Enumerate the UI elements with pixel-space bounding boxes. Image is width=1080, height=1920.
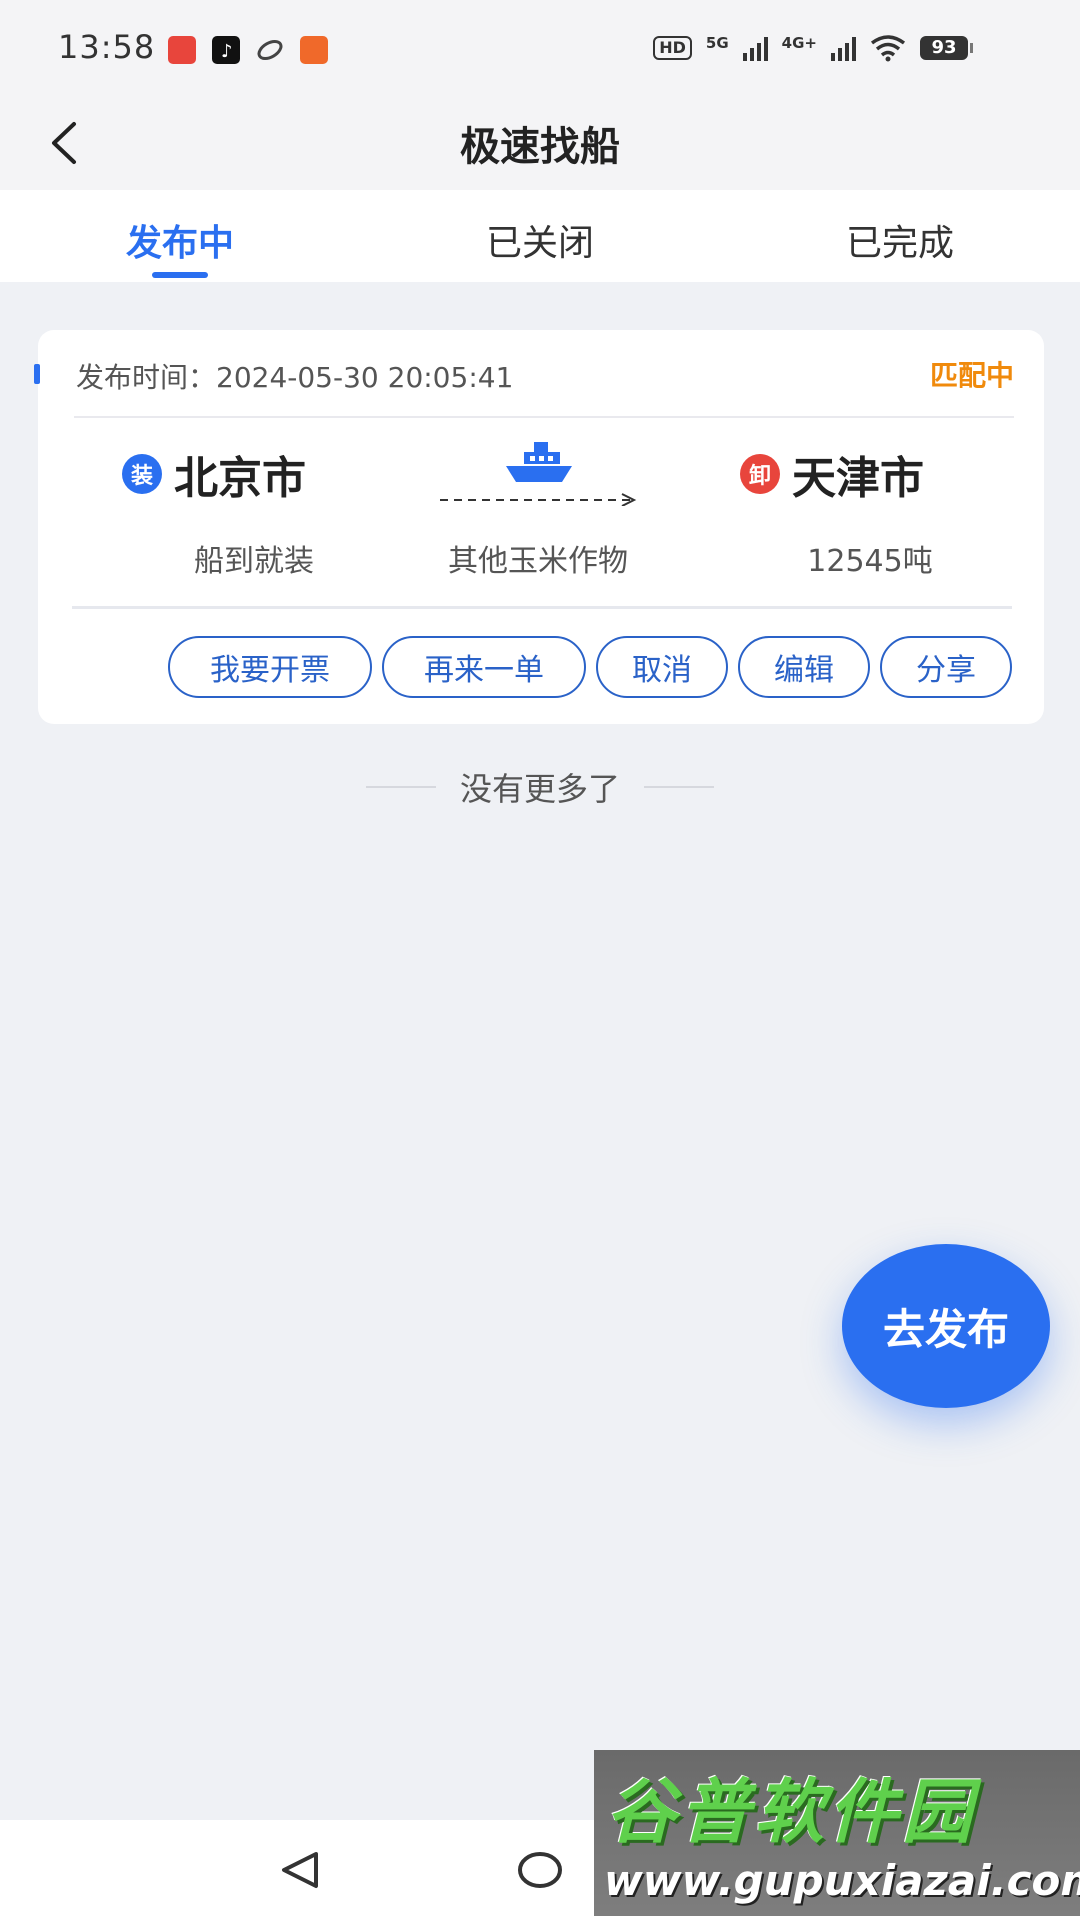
- origin-block: 装 北京市: [122, 442, 306, 506]
- tab-bar: 发布中 已关闭 已完成: [0, 190, 1080, 282]
- destination-block: 卸 天津市: [740, 442, 924, 506]
- publish-fab-button[interactable]: 去发布: [842, 1244, 1050, 1408]
- 5g-label: 5G: [705, 34, 729, 52]
- route-arrow-icon: [440, 493, 637, 506]
- signal-4g-icon: [831, 35, 856, 61]
- cancel-button[interactable]: 取消: [596, 636, 728, 698]
- reorder-button[interactable]: 再来一单: [382, 636, 586, 698]
- divider: [74, 416, 1014, 418]
- status-indicators: HD 5G 4G+ 93: [653, 34, 973, 62]
- list-end-indicator: 没有更多了: [0, 764, 1080, 810]
- destination-city: 天津市: [792, 453, 924, 504]
- watermark-logo: 谷普软件园 www.gupuxiazai.com: [594, 1750, 1080, 1916]
- shoe-brand-icon: [256, 36, 284, 64]
- watermark-url: www.gupuxiazai.com: [604, 1856, 1080, 1905]
- status-time: 13:58: [58, 28, 156, 66]
- status-bar: 13:58 ♪ HD 5G 4G+ 93: [0, 0, 1080, 100]
- share-button[interactable]: 分享: [880, 636, 1012, 698]
- wifi-icon: [870, 35, 906, 62]
- publish-time: 发布时间：2024-05-30 20:05:41: [76, 361, 514, 394]
- red-app-icon: [168, 36, 196, 64]
- active-tab-indicator: [152, 272, 208, 278]
- origin-city: 北京市: [174, 453, 306, 504]
- tab-publishing[interactable]: 发布中: [0, 214, 360, 266]
- unload-badge: 卸: [740, 454, 780, 494]
- ship-icon: [506, 442, 572, 482]
- tab-completed[interactable]: 已完成: [720, 214, 1080, 266]
- page-title: 极速找船: [460, 124, 620, 170]
- cargo-type: 其他玉米作物: [448, 544, 628, 579]
- orange-app-icon: [300, 36, 328, 64]
- load-badge: 装: [122, 454, 162, 494]
- origin-note: 船到就装: [194, 544, 314, 579]
- tab-closed[interactable]: 已关闭: [360, 214, 720, 266]
- signal-5g-icon: [742, 35, 768, 61]
- watermark-title: 谷普软件园: [606, 1771, 976, 1853]
- svg-text:♪: ♪: [221, 41, 233, 62]
- divider: [365, 786, 436, 788]
- 4g-label: 4G+: [781, 34, 817, 52]
- tonnage: 12545吨: [807, 544, 933, 579]
- battery-icon: 93: [920, 36, 973, 60]
- tiktok-icon: ♪: [212, 36, 240, 64]
- order-card[interactable]: 发布时间：2024-05-30 20:05:41 匹配中 装 北京市 卸 天津市…: [34, 330, 1044, 724]
- card-marker: [34, 364, 40, 384]
- edit-button[interactable]: 编辑: [738, 636, 870, 698]
- divider: [644, 786, 714, 788]
- invoice-button[interactable]: 我要开票: [168, 636, 372, 698]
- nav-back-icon[interactable]: [278, 1850, 322, 1890]
- status-badge: 匹配中: [929, 359, 1014, 392]
- title-bar: 极速找船: [0, 100, 1080, 190]
- hd-badge: HD: [653, 36, 692, 60]
- nav-home-icon[interactable]: [516, 1850, 564, 1890]
- divider: [72, 606, 1012, 609]
- no-more-text: 没有更多了: [459, 770, 620, 808]
